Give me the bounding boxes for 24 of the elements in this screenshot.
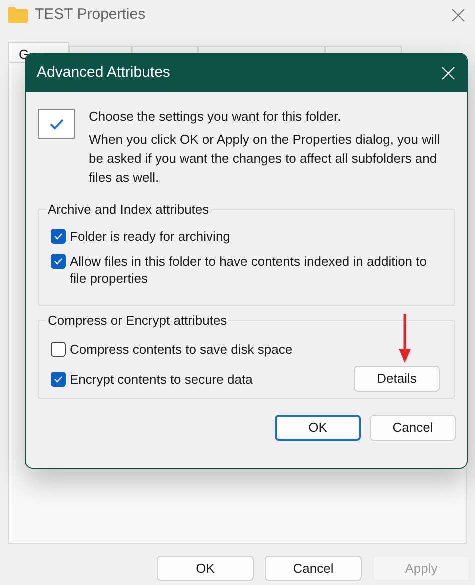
folder-icon bbox=[8, 7, 28, 23]
checkbox[interactable] bbox=[51, 254, 66, 269]
option-label: Folder is ready for archiving bbox=[70, 228, 232, 245]
checkbox[interactable] bbox=[51, 372, 66, 386]
option-label: Compress contents to save disk space bbox=[70, 341, 293, 358]
intro-text: When you click OK or Apply on the Properties dialog, you will be asked if you want the changes to affect all subfolders and files as well. bbox=[89, 131, 442, 187]
check-icon bbox=[54, 376, 63, 382]
dialog-title: Advanced Attributes bbox=[37, 62, 170, 83]
checkbox[interactable] bbox=[51, 229, 66, 244]
dialog-button[interactable]: Cancel bbox=[370, 415, 456, 441]
check-icon bbox=[54, 258, 63, 265]
checkmark-icon bbox=[38, 109, 75, 139]
checkbox[interactable] bbox=[51, 342, 66, 357]
dialog-button[interactable]: Cancel bbox=[265, 556, 362, 581]
window-title: TEST Properties bbox=[35, 4, 146, 25]
pointer-arrow bbox=[398, 314, 412, 363]
option-label: Encrypt contents to secure data bbox=[70, 370, 253, 388]
option-label: Allow files in this folder to have contents indexed in addition to file properties bbox=[70, 253, 428, 287]
close-icon[interactable] bbox=[452, 8, 465, 22]
check-icon bbox=[54, 233, 63, 240]
dialog-button[interactable]: OK bbox=[275, 415, 361, 441]
details-button[interactable]: Details bbox=[354, 366, 440, 392]
intro-heading: Choose the settings you want for this folder. bbox=[89, 108, 342, 126]
dialog-button[interactable]: OK bbox=[157, 556, 254, 581]
